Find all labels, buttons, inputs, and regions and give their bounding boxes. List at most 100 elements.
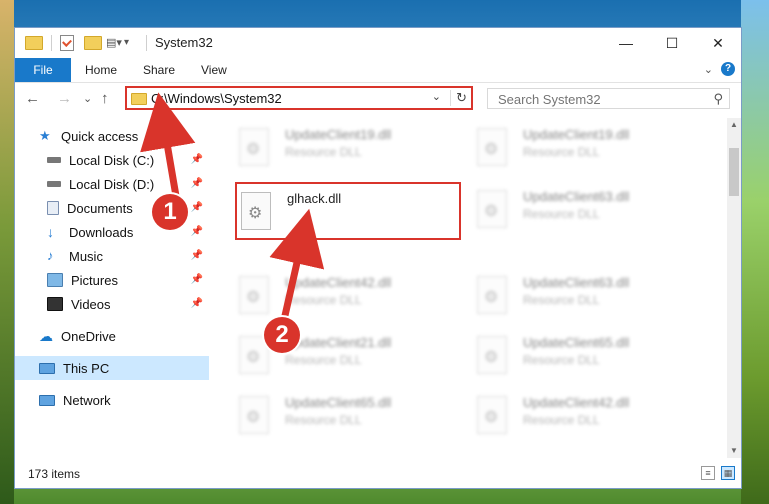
file-name: UpdateClient65.dll	[523, 335, 630, 350]
divider	[146, 35, 147, 51]
sidebar-item-this-pc[interactable]: This PC	[15, 356, 209, 380]
sidebar-item-network[interactable]: Network	[39, 388, 209, 412]
up-button[interactable]: ↑	[101, 90, 109, 107]
maximize-button[interactable]: ☐	[649, 28, 695, 58]
videos-icon	[47, 297, 63, 311]
scroll-thumb[interactable]	[729, 148, 739, 196]
recent-locations-button[interactable]: ⌄	[83, 92, 92, 105]
new-folder-icon[interactable]	[84, 36, 102, 50]
pin-icon[interactable]: 📌	[191, 226, 203, 237]
file-item[interactable]: UpdateClient63.dll Resource DLL	[473, 268, 703, 320]
pin-icon[interactable]: 📌	[191, 202, 203, 213]
tab-view[interactable]: View	[201, 58, 227, 82]
file-item[interactable]: UpdateClient65.dll Resource DLL	[473, 328, 703, 380]
item-count: 173 items	[28, 467, 81, 481]
file-item[interactable]: UpdateClient65.dll Resource DLL	[235, 388, 465, 440]
file-item[interactable]: UpdateClient19.dll Resource DLL	[235, 120, 465, 172]
pictures-icon	[47, 273, 63, 287]
sidebar-item-music[interactable]: ♪ Music 📌	[47, 244, 209, 268]
window-controls: — ☐ ✕	[603, 28, 741, 58]
scroll-up-icon[interactable]: ▲	[727, 118, 741, 132]
file-name: UpdateClient42.dll	[523, 395, 630, 410]
view-toggle: ≡ ▦	[701, 466, 735, 480]
address-bar[interactable]: C:\Windows\System32 ⌄ ↻	[125, 86, 473, 110]
divider	[51, 35, 52, 51]
tab-share[interactable]: Share	[143, 58, 175, 82]
file-name: UpdateClient19.dll	[285, 127, 392, 142]
search-box[interactable]: ⚲	[487, 88, 730, 109]
file-name: UpdateClient19.dll	[523, 127, 630, 142]
sidebar-item-onedrive[interactable]: ☁ OneDrive	[39, 324, 209, 348]
pin-icon[interactable]: 📌	[191, 274, 203, 285]
ribbon-right-controls: ⌄ ?	[704, 62, 735, 76]
file-name: UpdateClient42.dll	[285, 275, 392, 290]
scroll-down-icon[interactable]: ▼	[727, 444, 741, 458]
file-item[interactable]: UpdateClient63.dll Resource DLL	[473, 182, 703, 234]
star-icon: ★	[39, 128, 51, 143]
file-type: Resource DLL	[285, 145, 362, 159]
status-bar: 173 items ≡ ▦	[15, 460, 741, 488]
quick-access-toolbar: ▤▾ ▾	[25, 35, 151, 51]
sidebar-item-label: Documents	[67, 200, 133, 216]
dll-file-icon	[477, 128, 507, 166]
tiles-view-icon[interactable]: ▦	[721, 466, 735, 480]
properties-icon[interactable]	[60, 35, 74, 51]
navigation-bar: ← → ⌄ ↑ C:\Windows\System32 ⌄ ↻ ⚲	[15, 83, 741, 115]
file-type: Resource DLL	[285, 413, 362, 427]
sidebar-item-label: Music	[69, 248, 103, 264]
pin-icon[interactable]: 📌	[191, 250, 203, 261]
file-type: Resource DLL	[523, 293, 600, 307]
file-item[interactable]: UpdateClient19.dll Resource DLL	[473, 120, 703, 172]
vertical-scrollbar[interactable]: ▲ ▼	[727, 118, 741, 458]
address-dropdown-icon[interactable]: ⌄	[432, 90, 441, 103]
sidebar-item-videos[interactable]: Videos 📌	[47, 292, 209, 316]
file-name: glhack.dll	[287, 191, 342, 206]
pin-icon[interactable]: 📌	[191, 154, 203, 165]
dll-file-icon	[477, 336, 507, 374]
file-item[interactable]: UpdateClient42.dll Resource DLL	[473, 388, 703, 440]
sidebar-item-label: Pictures	[71, 272, 118, 288]
forward-button[interactable]: →	[57, 90, 72, 107]
sidebar-item-local-disk-c[interactable]: Local Disk (C:) 📌	[47, 148, 209, 172]
title-bar: ▤▾ ▾ System32 — ☐ ✕	[15, 28, 741, 58]
tab-home[interactable]: Home	[85, 58, 117, 82]
dropdown-arrow-icon[interactable]: ▾	[124, 36, 138, 50]
dll-file-icon	[477, 276, 507, 314]
desktop-background-left	[0, 0, 14, 504]
details-view-icon[interactable]: ≡	[701, 466, 715, 480]
pin-icon[interactable]: 📌	[191, 298, 203, 309]
back-button[interactable]: ←	[25, 90, 40, 107]
sidebar-item-quick-access[interactable]: ★ Quick access	[39, 124, 233, 148]
expand-ribbon-icon[interactable]: ⌄	[704, 63, 713, 76]
pin-icon[interactable]: 📌	[191, 178, 203, 189]
file-item-glhack[interactable]: glhack.dll	[235, 182, 461, 240]
customize-icon[interactable]: ▤▾	[106, 36, 122, 50]
music-icon: ♪	[47, 248, 54, 263]
file-item[interactable]: UpdateClient42.dll Resource DLL	[235, 268, 465, 320]
sidebar-item-label: Quick access	[61, 128, 139, 144]
sidebar-item-downloads[interactable]: ↓ Downloads 📌	[47, 220, 209, 244]
file-name: UpdateClient63.dll	[523, 189, 630, 204]
dll-file-icon	[241, 192, 271, 230]
search-icon[interactable]: ⚲	[713, 91, 723, 107]
address-path[interactable]: C:\Windows\System32	[151, 91, 282, 106]
callout-2: 2	[264, 317, 300, 353]
download-icon: ↓	[47, 224, 54, 240]
tab-file[interactable]: File	[15, 58, 71, 82]
refresh-icon[interactable]: ↻	[450, 90, 467, 106]
file-name: UpdateClient65.dll	[285, 395, 392, 410]
close-button[interactable]: ✕	[695, 28, 741, 58]
callout-1: 1	[152, 194, 188, 230]
dll-file-icon	[477, 190, 507, 228]
drive-icon	[47, 181, 61, 187]
file-type: Resource DLL	[523, 413, 600, 427]
folder-icon	[25, 36, 43, 50]
cloud-icon: ☁	[39, 328, 53, 344]
sidebar-item-pictures[interactable]: Pictures 📌	[47, 268, 209, 292]
minimize-button[interactable]: —	[603, 28, 649, 58]
desktop-background-right	[741, 0, 769, 504]
sidebar-item-label: Videos	[71, 296, 111, 312]
help-icon[interactable]: ?	[721, 62, 735, 76]
sidebar-item-local-disk-d[interactable]: Local Disk (D:) 📌	[47, 172, 209, 196]
search-input[interactable]	[496, 89, 700, 109]
